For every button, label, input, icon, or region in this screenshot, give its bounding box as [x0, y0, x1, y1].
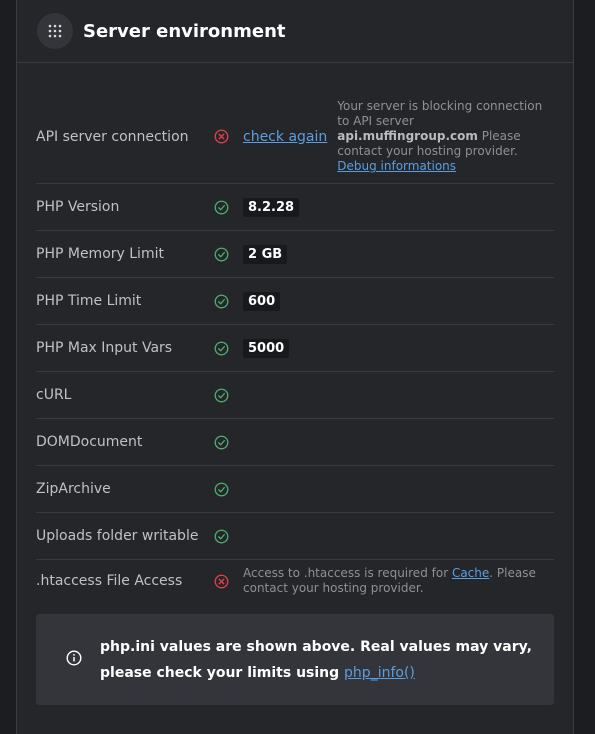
value-badge: 600: [243, 291, 281, 311]
check-icon: [214, 482, 243, 497]
row-domdocument: DOMDocument: [36, 419, 554, 466]
info-notice: php.ini values are shown above. Real val…: [36, 614, 554, 705]
error-icon: [214, 129, 243, 144]
row-php-version: PHP Version 8.2.28: [36, 184, 554, 231]
info-message: php.ini values are shown above. Real val…: [100, 634, 554, 686]
value-badge: 2 GB: [243, 244, 288, 264]
check-icon: [214, 388, 243, 403]
page-title: Server environment: [83, 20, 286, 42]
value-badge: 5000: [243, 338, 290, 358]
check-icon: [214, 200, 243, 215]
row-label: PHP Max Input Vars: [36, 340, 173, 356]
row-php-memory-limit: PHP Memory Limit 2 GB: [36, 231, 554, 278]
api-host: api.muffingroup.com: [337, 129, 478, 143]
check-again-link[interactable]: check again: [243, 129, 327, 145]
row-label: PHP Version: [36, 199, 120, 215]
php-info-link[interactable]: php_info(): [344, 665, 415, 681]
row-label: Uploads folder writable: [36, 528, 199, 544]
info-icon: [66, 649, 82, 670]
panel-header: Server environment: [17, 0, 573, 63]
row-label: PHP Time Limit: [36, 293, 142, 309]
row-ziparchive: ZipArchive: [36, 466, 554, 513]
info-text: php.ini values are shown above. Real val…: [100, 638, 532, 681]
check-icon: [214, 341, 243, 356]
check-icon: [214, 529, 243, 544]
check-icon: [214, 294, 243, 309]
row-php-time-limit: PHP Time Limit 600: [36, 278, 554, 325]
row-curl: cURL: [36, 372, 554, 419]
row-label: PHP Memory Limit: [36, 246, 164, 262]
cache-link[interactable]: Cache: [452, 566, 489, 580]
row-label: .htaccess File Access: [36, 573, 183, 589]
row-php-max-input-vars: PHP Max Input Vars 5000: [36, 325, 554, 372]
check-icon: [214, 435, 243, 450]
row-api-server-connection: API server connection check again Your s…: [36, 90, 554, 184]
row-label: API server connection: [36, 128, 189, 145]
value-badge: 8.2.28: [243, 197, 300, 217]
check-icon: [214, 247, 243, 262]
row-label: cURL: [36, 387, 72, 403]
note-text: Your server is blocking connection to AP…: [337, 99, 543, 128]
htaccess-note: Access to .htaccess is required for Cach…: [243, 566, 543, 596]
api-connection-note: Your server is blocking connection to AP…: [337, 99, 549, 174]
environment-list: API server connection check again Your s…: [36, 90, 554, 602]
row-uploads-folder-writable: Uploads folder writable: [36, 513, 554, 560]
row-label: ZipArchive: [36, 481, 111, 497]
row-label: DOMDocument: [36, 434, 143, 450]
server-environment-panel: Server environment API server connection…: [16, 0, 574, 734]
note-text: Access to .htaccess is required for: [243, 566, 452, 580]
row-htaccess-file-access: .htaccess File Access Access to .htacces…: [36, 560, 554, 602]
debug-informations-link[interactable]: Debug informations: [337, 159, 456, 173]
error-icon: [214, 574, 243, 589]
grid-dots-icon[interactable]: [37, 13, 73, 49]
